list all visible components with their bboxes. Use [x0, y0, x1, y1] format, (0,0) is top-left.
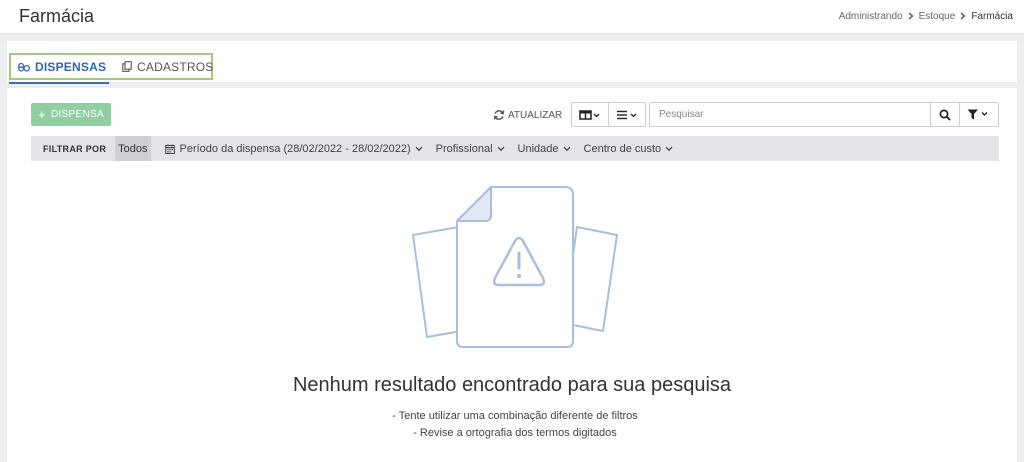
search-icon — [939, 109, 951, 121]
add-dispensa-button[interactable]: + DISPENSA — [31, 103, 111, 126]
filter-icon — [967, 109, 988, 120]
view-options-group — [571, 102, 646, 127]
copy-icon — [122, 61, 132, 72]
tab-cadastros[interactable]: CADASTROS — [122, 55, 213, 78]
columns-icon — [579, 109, 600, 120]
breadcrumb-item-current: Farmácia — [971, 11, 1013, 22]
chevron-right-icon — [960, 11, 966, 22]
add-dispensa-label: DISPENSA — [50, 109, 104, 120]
tabs-highlight-box: DISPENSAS CADASTROS — [9, 53, 213, 80]
empty-state-title: Nenhum resultado encontrado para sua pes… — [292, 374, 732, 396]
chevron-down-icon — [497, 146, 504, 151]
filter-bar: FILTRAR POR Todos Período da dispensa (2… — [31, 136, 999, 161]
filter-item-label: Profissional — [435, 142, 493, 155]
tab-label: DISPENSAS — [35, 59, 107, 74]
empty-document-warning-icon — [412, 186, 618, 348]
chevron-down-icon — [665, 146, 673, 151]
sort-options-button[interactable] — [608, 103, 645, 126]
refresh-icon — [493, 110, 505, 120]
pills-icon — [18, 62, 30, 72]
filter-unidade[interactable]: Unidade — [518, 143, 571, 155]
search-input[interactable] — [649, 102, 931, 127]
chevron-right-icon — [908, 11, 914, 22]
search-button[interactable] — [930, 102, 960, 127]
tab-dispensas[interactable]: DISPENSAS — [18, 55, 106, 78]
columns-toggle-button[interactable] — [572, 103, 608, 126]
filter-item-label: Unidade — [517, 142, 559, 155]
filter-label: FILTRAR POR — [43, 143, 107, 154]
filter-centro-de-custo[interactable]: Centro de custo — [584, 143, 674, 155]
top-header: Farmácia Administrando Estoque Farmácia — [0, 0, 1024, 34]
chevron-down-icon — [415, 146, 423, 151]
filter-item-label: Período da dispensa (28/02/2022 - 28/02/… — [179, 142, 411, 155]
refresh-button[interactable]: ATUALIZAR — [493, 105, 562, 125]
empty-state-hint: - Tente utilizar uma combinação diferent… — [392, 410, 638, 422]
breadcrumb-item-administrando[interactable]: Administrando — [839, 11, 903, 22]
filter-todos[interactable]: Todos — [115, 136, 151, 161]
list-icon — [617, 110, 637, 119]
tab-label: CADASTROS — [137, 59, 214, 74]
empty-state-hint: - Revise a ortografia dos termos digitad… — [413, 427, 617, 439]
tabs-bar: DISPENSAS CADASTROS — [7, 41, 1017, 82]
active-tab-indicator — [9, 82, 109, 84]
filter-profissional[interactable]: Profissional — [436, 143, 505, 155]
breadcrumb-item-estoque[interactable]: Estoque — [919, 11, 956, 22]
filter-menu-button[interactable] — [959, 102, 999, 127]
page-title: Farmácia — [19, 6, 95, 26]
plus-icon: + — [38, 107, 46, 122]
filter-periodo-dispensa[interactable]: Período da dispensa (28/02/2022 - 28/02/… — [164, 142, 423, 155]
filter-item-label: Centro de custo — [583, 142, 662, 155]
chevron-down-icon — [563, 146, 570, 151]
main-content: + DISPENSA ATUALIZAR Pesquisar FILTRAR P… — [7, 88, 1017, 462]
calendar-icon — [164, 143, 175, 154]
refresh-label: ATUALIZAR — [508, 109, 563, 121]
breadcrumb: Administrando Estoque Farmácia — [839, 11, 1013, 22]
